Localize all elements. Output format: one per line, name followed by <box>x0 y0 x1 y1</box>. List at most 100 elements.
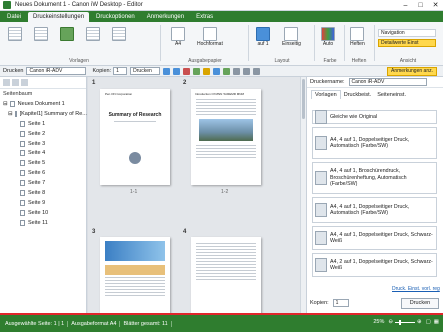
nup-button[interactable]: auf 1 <box>256 27 270 47</box>
page-icon <box>20 219 25 226</box>
tab-vorlagen[interactable]: Vorlagen <box>311 90 341 99</box>
preset-item[interactable]: A4, 4 auf 1, Doppelseitiger Druck, Schwa… <box>312 226 437 250</box>
template-button-4[interactable] <box>86 27 100 41</box>
page-thumbnail-4[interactable] <box>191 237 261 313</box>
page-preview-canvas[interactable]: 1 2 Pen ON Corporation Summary of Resear… <box>88 77 306 313</box>
zoom-in-icon[interactable]: ⊕ <box>417 319 422 325</box>
close-icon[interactable]: ✕ <box>428 0 443 11</box>
group-label: Ansicht <box>399 58 417 64</box>
group-label: Farbe <box>323 58 337 64</box>
annotations-toggle[interactable]: Anmerkungen anz. <box>387 66 437 76</box>
expand-icon[interactable] <box>3 79 10 86</box>
settings-tabs: Vorlagen Druckbeist. Seiteneinst. <box>307 88 443 99</box>
preset-icon <box>315 110 327 124</box>
tab-anmerkungen[interactable]: Anmerkungen <box>142 12 189 22</box>
collapse-icon[interactable] <box>12 79 19 86</box>
tree-page[interactable]: Seite 9 <box>0 198 86 208</box>
fit-page-icon[interactable]: ▢ <box>426 319 431 325</box>
settings-icon[interactable] <box>233 67 241 75</box>
page-label: 1-1 <box>130 189 138 195</box>
tree-page[interactable]: Seite 5 <box>0 158 86 168</box>
template-button-3[interactable] <box>60 27 74 41</box>
chapter-icon <box>14 110 17 117</box>
tree-page[interactable]: Seite 11 <box>0 218 86 228</box>
page-icon <box>20 130 25 137</box>
tree-chapter-label: [Kapitel1] Summary of Re... <box>19 110 87 117</box>
search-icon[interactable] <box>243 67 251 75</box>
preset-item[interactable]: A4, 4 auf 1, Doppelseitiger Druck, Autom… <box>312 127 437 159</box>
page-thumbnail-1[interactable]: Pen ON Corporation Summary of Research <box>100 89 170 185</box>
orientation-button[interactable]: Hochformat <box>197 27 223 47</box>
tab-datei[interactable]: Datei <box>2 12 26 22</box>
tree-chapter[interactable]: ⊟ [Kapitel1] Summary of Re... <box>0 109 87 119</box>
color-button[interactable]: Auto <box>321 27 335 47</box>
printer-select[interactable]: Canon iR-ADV <box>26 67 87 75</box>
tree-page[interactable]: Seite 10 <box>0 208 86 218</box>
tree-page[interactable]: Seite 4 <box>0 148 86 158</box>
tree-page-label: Seite 11 <box>28 219 48 226</box>
template-button-1[interactable] <box>8 27 22 41</box>
tree-page-label: Seite 1 <box>28 120 46 127</box>
printer-name-select[interactable]: Canon iR-ADV <box>348 78 427 86</box>
photo-image <box>105 265 165 275</box>
register-preset-link[interactable]: Druck. Einst. vorl. reg <box>392 286 440 292</box>
divider <box>314 25 315 61</box>
tree-page[interactable]: Seite 1 <box>0 119 86 129</box>
template-button-5[interactable] <box>112 27 126 41</box>
color-icon <box>321 27 335 41</box>
delete-icon[interactable] <box>183 67 191 75</box>
print-button[interactable]: Drucken <box>130 67 161 75</box>
copy-icon[interactable] <box>213 67 221 75</box>
group-label: Ausgabepapier <box>188 58 222 64</box>
navigation-toggle[interactable]: Navigation <box>378 29 436 37</box>
paper-size-button[interactable]: A4 <box>171 27 185 47</box>
preset-icon <box>315 258 327 272</box>
page-number: 2 <box>183 80 187 86</box>
minimize-icon[interactable]: – <box>398 0 413 11</box>
group-label: Vorlagen <box>69 58 89 64</box>
copies-input[interactable]: 1 <box>113 67 128 75</box>
list-icon[interactable] <box>21 79 28 86</box>
zoom-slider-thumb[interactable] <box>398 319 401 325</box>
zoom-slider[interactable] <box>394 319 415 325</box>
tab-druckbeist[interactable]: Druckbeist. <box>341 91 375 99</box>
orientation-icon <box>202 27 217 41</box>
tree-root[interactable]: ⊟ Neues Dokument 1 <box>0 99 86 109</box>
cut-icon[interactable] <box>203 67 211 75</box>
tab-druckoptionen[interactable]: Druckoptionen <box>91 12 140 22</box>
print-settings-panel: Druckername: Canon iR-ADV Vorlagen Druck… <box>306 77 443 313</box>
tab-seiteneinst[interactable]: Seiteneinst. <box>374 91 409 99</box>
divider <box>374 25 375 61</box>
tab-druckeinstellungen[interactable]: Druckeinstellungen <box>28 12 90 22</box>
redo-icon[interactable] <box>173 67 181 75</box>
preset-item[interactable]: A4, 4 auf 1, Doppelseitiger Druck, Autom… <box>312 197 437 223</box>
paper-size-label: A4 <box>174 41 182 47</box>
tree-page[interactable]: Seite 8 <box>0 188 86 198</box>
staple-button[interactable]: Heften <box>350 27 365 47</box>
view-icon[interactable] <box>253 67 261 75</box>
copies-input[interactable]: 1 <box>332 299 349 307</box>
duplex-button[interactable]: Einseitig <box>282 27 301 47</box>
zoom-out-icon[interactable]: ⊖ <box>388 319 393 325</box>
scrollbar-thumb[interactable] <box>302 79 305 119</box>
detail-settings-toggle[interactable]: Detailwerte Einst <box>378 39 436 47</box>
maximize-icon[interactable]: □ <box>413 0 428 11</box>
print-button[interactable]: Drucken <box>401 297 439 309</box>
insert-icon[interactable] <box>193 67 201 75</box>
grid-view-icon[interactable]: ▦ <box>434 319 439 325</box>
divider <box>248 25 249 61</box>
preset-item[interactable]: A4, 4 auf 1, Broschürendruck, Broschüren… <box>312 162 437 194</box>
preset-item[interactable]: Gleiche wie Original <box>312 110 437 124</box>
template-button-2[interactable] <box>34 27 48 41</box>
preset-item[interactable]: A4, 2 auf 1, Doppelseitiger Druck, Schwa… <box>312 253 437 277</box>
tree-page[interactable]: Seite 3 <box>0 139 86 149</box>
page-thumbnail-2[interactable]: Introduction Of MNN To/REMR MNM <box>191 89 261 185</box>
tree-page[interactable]: Seite 2 <box>0 129 86 139</box>
preset-icon <box>315 171 327 185</box>
undo-icon[interactable] <box>163 67 171 75</box>
tree-page[interactable]: Seite 6 <box>0 168 86 178</box>
tab-extras[interactable]: Extras <box>191 12 218 22</box>
tree-page[interactable]: Seite 7 <box>0 178 86 188</box>
paste-icon[interactable] <box>223 67 231 75</box>
page-thumbnail-3[interactable] <box>100 237 170 313</box>
